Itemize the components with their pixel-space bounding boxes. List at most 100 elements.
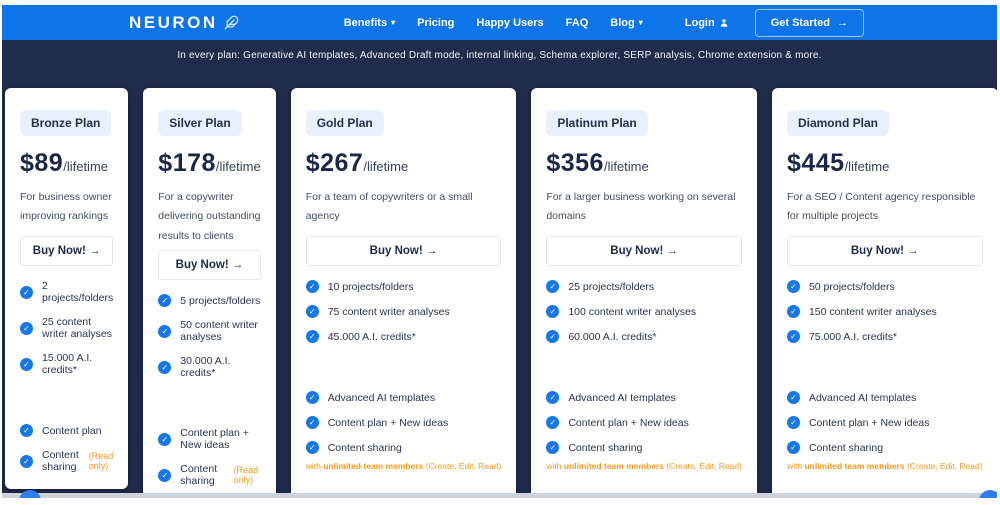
- buy-now-button[interactable]: Buy Now! →: [158, 250, 261, 281]
- feature-list-core: ✓ 2 projects/folders ✓ 25 content writer…: [20, 280, 113, 376]
- note-prefix: with: [786, 461, 803, 471]
- check-icon: ✓: [786, 280, 800, 293]
- check-icon: ✓: [158, 432, 172, 446]
- feature-list-core: ✓ 25 projects/folders ✓ 100 content writ…: [546, 280, 742, 343]
- feature-text: 150 content writer analyses: [808, 305, 937, 318]
- check-icon: ✓: [20, 321, 33, 335]
- price-period: /lifetime: [63, 159, 109, 174]
- feature-list-core: ✓ 50 projects/folders ✓ 150 content writ…: [786, 280, 983, 343]
- check-icon: ✓: [786, 305, 800, 318]
- buy-now-label: Buy Now!: [610, 245, 664, 257]
- feature-item: ✓ Content plan + New ideas: [305, 416, 502, 429]
- plan-price: $267/lifetime: [306, 149, 502, 178]
- nav-item-happy-users[interactable]: Happy Users: [476, 17, 543, 29]
- feature-text: Content sharing: [180, 463, 218, 488]
- note-rest: (Create, Edit, Read): [666, 461, 742, 471]
- brand-name: NEURON: [129, 12, 218, 32]
- login-link[interactable]: Login: [685, 17, 729, 29]
- nav-item-pricing[interactable]: Pricing: [417, 17, 454, 29]
- buy-now-label: Buy Now!: [32, 245, 86, 257]
- feature-list-core: ✓ 10 projects/folders ✓ 75 content write…: [305, 280, 502, 343]
- feature-text: Content sharing: [808, 441, 884, 454]
- price-amount: $267: [305, 149, 364, 177]
- team-members-note: with unlimited team members (Create, Edi…: [546, 461, 742, 471]
- plan-description: For a copywriter delivering outstanding …: [158, 191, 261, 242]
- note-prefix: with: [305, 461, 321, 471]
- nav-item-label: Blog: [610, 16, 635, 29]
- feature-text: Content sharing: [568, 441, 643, 454]
- feature-item: ✓ 50 content writer analyses: [158, 319, 260, 343]
- check-icon: ✓: [546, 305, 560, 318]
- note-bold: unlimited team members: [563, 461, 664, 471]
- note-rest: (Create, Edit, Read): [906, 461, 983, 471]
- check-icon: ✓: [305, 416, 319, 429]
- check-icon: ✓: [158, 324, 172, 338]
- arrow-right-icon: →: [837, 16, 848, 29]
- plan-price: $445/lifetime: [787, 149, 983, 178]
- nav-item-blog[interactable]: Blog ▾: [610, 17, 642, 29]
- feature-item: ✓ 100 content writer analyses: [546, 305, 742, 318]
- feature-item: ✓ 150 content writer analyses: [786, 305, 983, 318]
- feature-item: ✓ Advanced AI templates: [786, 391, 983, 404]
- buy-now-button[interactable]: Buy Now! →: [305, 236, 502, 266]
- feature-text: 100 content writer analyses: [568, 305, 697, 318]
- buy-now-button[interactable]: Buy Now! →: [546, 236, 742, 266]
- buy-now-button[interactable]: Buy Now! →: [786, 236, 983, 266]
- nav-item-label: Pricing: [417, 16, 455, 29]
- feature-text: Advanced AI templates: [808, 391, 917, 404]
- plan-badge: Silver Plan: [158, 110, 242, 136]
- top-navbar: NEURON Benefits ▾ Pricing Happy Users FAQ…: [2, 5, 997, 40]
- feature-text: Advanced AI templates: [568, 391, 676, 404]
- feature-text: 5 projects/folders: [180, 294, 261, 307]
- arrow-right-icon: →: [231, 259, 244, 272]
- price-period: /lifetime: [363, 159, 409, 174]
- check-icon: ✓: [305, 280, 319, 293]
- check-icon: ✓: [786, 391, 800, 404]
- check-icon: ✓: [305, 305, 319, 318]
- note-prefix: with: [546, 461, 562, 471]
- feature-item: ✓ 5 projects/folders: [158, 294, 261, 308]
- plan-price: $356/lifetime: [546, 149, 742, 178]
- check-icon: ✓: [305, 330, 319, 343]
- feature-item: ✓ 75.000 A.I. credits*: [786, 330, 983, 343]
- nav-item-faq[interactable]: FAQ: [566, 17, 589, 29]
- feature-text: 50 content writer analyses: [180, 319, 258, 344]
- feature-text: 15.000 A.I. credits*: [42, 352, 93, 376]
- plan-badge: Gold Plan: [305, 110, 384, 136]
- feature-text: Advanced AI templates: [327, 391, 436, 404]
- check-icon: ✓: [20, 424, 33, 437]
- feature-text: Content plan + New ideas: [808, 416, 930, 429]
- feature-item: ✓ 2 projects/folders: [20, 280, 113, 304]
- feature-list-mid: ✓ Advanced AI templates ✓ Content plan +…: [546, 391, 742, 454]
- feature-item: ✓ 10 projects/folders: [305, 280, 502, 293]
- nav-item-benefits[interactable]: Benefits ▾: [344, 17, 395, 29]
- feature-text: 10 projects/folders: [327, 280, 414, 293]
- nav-item-label: Benefits: [343, 16, 388, 29]
- feature-text: Content plan + New ideas: [568, 416, 689, 429]
- feature-list-mid: ✓ Content plan ✓ Content sharing (Read on…: [20, 424, 113, 473]
- plan-badge: Diamond Plan: [786, 110, 889, 136]
- buy-now-button[interactable]: Buy Now! →: [20, 236, 114, 266]
- brand-logo[interactable]: NEURON: [129, 13, 239, 33]
- feature-text: 2 projects/folders: [42, 280, 114, 304]
- feature-item: ✓ 15.000 A.I. credits*: [20, 352, 113, 376]
- page: NEURON Benefits ▾ Pricing Happy Users FAQ…: [2, 5, 997, 498]
- note-bold: unlimited team members: [804, 461, 905, 471]
- feature-list-mid: ✓ Content plan + New ideas ✓ Content sha…: [158, 427, 260, 487]
- feature-item: ✓ 45.000 A.I. credits*: [305, 330, 502, 343]
- feature-item: ✓ Content sharing (Read only): [158, 463, 260, 487]
- check-icon: ✓: [546, 416, 560, 429]
- feature-item: ✓ Content sharing (Read only): [20, 449, 113, 473]
- get-started-button[interactable]: Get Started →: [754, 8, 864, 37]
- feature-text: 75 content writer analyses: [327, 305, 450, 318]
- feature-item: ✓ 50 projects/folders: [786, 280, 983, 293]
- check-icon: ✓: [158, 360, 172, 374]
- check-icon: ✓: [546, 280, 560, 293]
- chevron-down-icon: ▾: [638, 17, 643, 27]
- nav-item-label: Happy Users: [476, 16, 544, 29]
- team-members-note: with unlimited team members (Create, Edi…: [306, 461, 502, 471]
- check-icon: ✓: [158, 468, 172, 482]
